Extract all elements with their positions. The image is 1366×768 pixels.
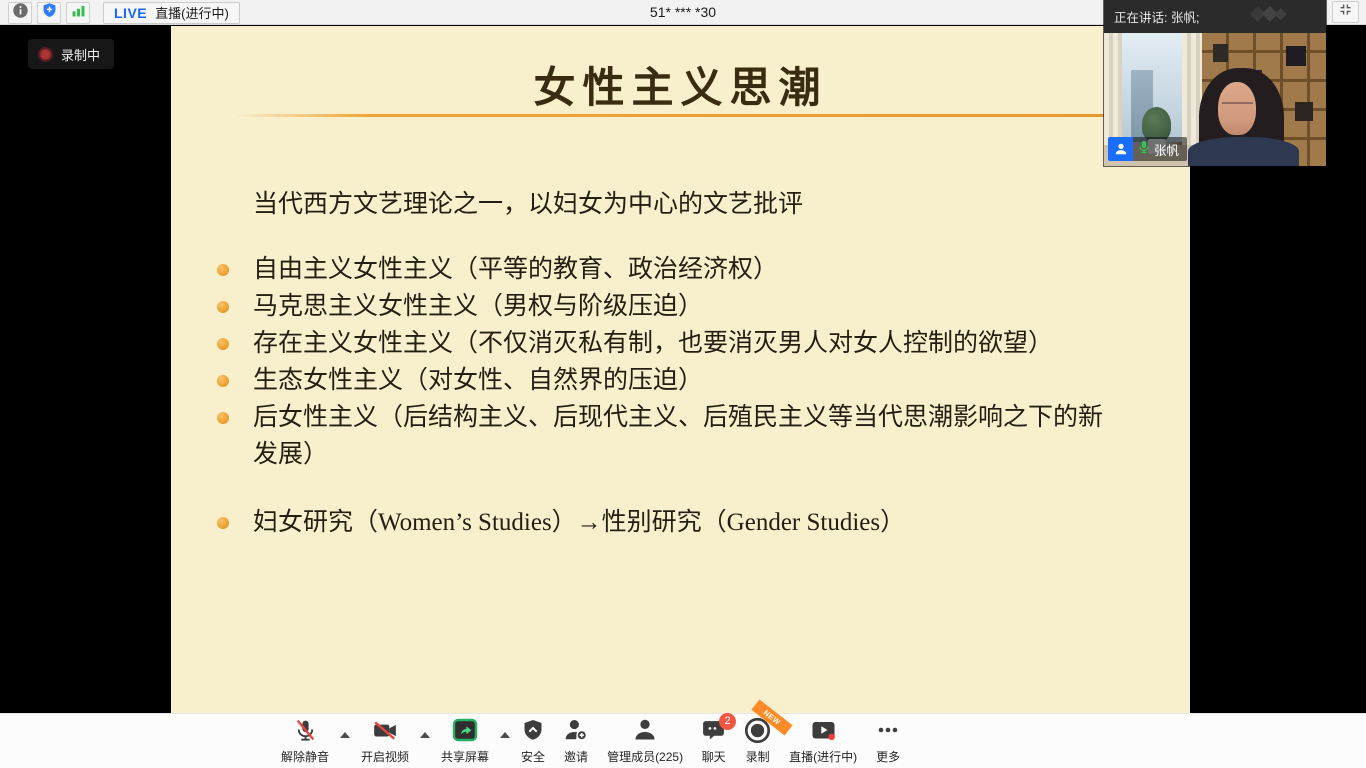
security-shield-icon <box>521 718 545 748</box>
speaker-video[interactable]: 张帆 <box>1104 33 1326 166</box>
network-quality-button[interactable] <box>66 2 90 24</box>
shield-icon <box>41 2 58 24</box>
speaker-name-label: 张帆 <box>1154 140 1179 159</box>
recording-indicator: 录制中 <box>28 39 114 69</box>
bullet-text: 后女性主义（后结构主义、后现代主义、后殖民主义等当代思潮影响之下的新发展） <box>253 404 1103 468</box>
meeting-toolbar: 解除静音 开启视频 共享屏幕 安全 <box>0 713 1366 768</box>
bullet-dot <box>217 517 229 529</box>
toolbar-item-label: 解除静音 <box>281 748 329 765</box>
camera-off-icon <box>372 717 398 748</box>
signal-bars-icon <box>70 2 87 24</box>
speaker-name-tag: 张帆 <box>1108 137 1187 161</box>
toolbar-item-label: 安全 <box>521 748 545 765</box>
toolbar-item-label: 开启视频 <box>361 748 409 765</box>
security-button[interactable]: 安全 <box>512 714 554 768</box>
start-video-button[interactable]: 开启视频 <box>352 714 418 768</box>
record-button[interactable]: NEW 录制 <box>735 714 780 768</box>
bullet-item: 妇女研究（Women’s Studies）→性别研究（Gender Studie… <box>171 504 1156 541</box>
info-icon <box>12 2 29 24</box>
bullet-text: 自由主义女性主义（平等的教育、政治经济权） <box>253 256 778 283</box>
bullet-text: 马克思主义女性主义（男权与阶级压迫） <box>253 293 703 320</box>
toolbar-item-label: 管理成员(225) <box>607 748 683 765</box>
more-button[interactable]: 更多 <box>866 714 910 768</box>
slide-title: 女性主义思潮 <box>171 54 1190 115</box>
recording-label: 录制中 <box>61 45 100 64</box>
live-stream-button[interactable]: 直播(进行中) <box>780 714 866 768</box>
invite-button[interactable]: 邀请 <box>554 714 598 768</box>
mic-muted-icon <box>293 718 318 748</box>
meeting-logo-watermark <box>1240 2 1292 33</box>
chat-unread-badge: 2 <box>719 713 736 730</box>
bullet-text: 存在主义女性主义（不仅消灭私有制，也要消灭男人对女人控制的欲望） <box>253 330 1053 357</box>
bullet-item: 后女性主义（后结构主义、后现代主义、后殖民主义等当代思潮影响之下的新发展） <box>171 399 1146 473</box>
live-status-label: 直播(进行中) <box>155 3 229 22</box>
bullet-text: 妇女研究（Women’s Studies）→性别研究（Gender Studie… <box>253 509 905 536</box>
bullet-text: 生态女性主义（对女性、自然界的压迫） <box>253 367 703 394</box>
exit-fullscreen-icon <box>1338 2 1353 22</box>
record-dot-icon <box>38 47 53 62</box>
share-options-arrow[interactable] <box>498 714 512 768</box>
bullet-dot <box>217 375 229 387</box>
speaker-panel-header: 正在讲话: 张帆; <box>1104 0 1326 33</box>
live-badge: LIVE <box>114 5 147 21</box>
bullet-dot <box>217 264 229 276</box>
presentation-slide: 女性主义思潮 当代西方文艺理论之一，以妇女为中心的文艺批评 自由主义女性主义（平… <box>171 26 1190 713</box>
toolbar-item-label: 邀请 <box>564 748 588 765</box>
bullet-dot <box>217 412 229 424</box>
live-tv-icon <box>810 717 837 748</box>
meeting-info-button[interactable] <box>8 2 32 24</box>
slide-bullet-list: 自由主义女性主义（平等的教育、政治经济权） 马克思主义女性主义（男权与阶级压迫）… <box>171 251 1156 473</box>
speaker-video-panel[interactable]: 正在讲话: 张帆; <box>1104 0 1326 166</box>
bullet-item: 马克思主义女性主义（男权与阶级压迫） <box>171 288 1156 325</box>
profile-person-icon <box>1108 137 1133 161</box>
share-screen-button[interactable]: 共享屏幕 <box>432 714 498 768</box>
bullet-dot <box>217 338 229 350</box>
video-options-arrow[interactable] <box>418 714 432 768</box>
invite-user-icon <box>563 717 589 748</box>
share-screen-icon <box>452 718 478 747</box>
bullet-item: 生态女性主义（对女性、自然界的压迫） <box>171 362 1156 399</box>
chat-button[interactable]: 2 聊天 <box>692 714 735 768</box>
toolbar-item-label: 更多 <box>876 748 900 765</box>
exit-fullscreen-button[interactable] <box>1332 1 1359 23</box>
bullet-item: 自由主义女性主义（平等的教育、政治经济权） <box>171 251 1156 288</box>
toolbar-item-label: 共享屏幕 <box>441 748 489 765</box>
toolbar-item-label: 录制 <box>746 748 770 765</box>
mic-options-arrow[interactable] <box>338 714 352 768</box>
live-status-indicator[interactable]: LIVE 直播(进行中) <box>103 2 240 24</box>
more-dots-icon <box>875 717 901 748</box>
toolbar-item-label: 聊天 <box>702 748 726 765</box>
meeting-security-button[interactable] <box>37 2 61 24</box>
title-divider-line <box>235 114 1190 117</box>
unmute-button[interactable]: 解除静音 <box>272 714 338 768</box>
bullet-dot <box>217 301 229 313</box>
slide-intro-text: 当代西方文艺理论之一，以妇女为中心的文艺批评 <box>253 184 1153 220</box>
manage-members-button[interactable]: 管理成员(225) <box>598 714 692 768</box>
meeting-app-window: LIVE 直播(进行中) 51* *** *30 女性主义思潮 当代西方文艺理论… <box>0 0 1366 768</box>
speaking-now-label: 正在讲话: 张帆; <box>1114 7 1199 26</box>
toolbar-item-label: 直播(进行中) <box>789 748 857 765</box>
bullet-item: 存在主义女性主义（不仅消灭私有制，也要消灭男人对女人控制的欲望） <box>171 325 1156 362</box>
members-icon <box>632 717 658 748</box>
mic-active-icon <box>1138 140 1150 159</box>
